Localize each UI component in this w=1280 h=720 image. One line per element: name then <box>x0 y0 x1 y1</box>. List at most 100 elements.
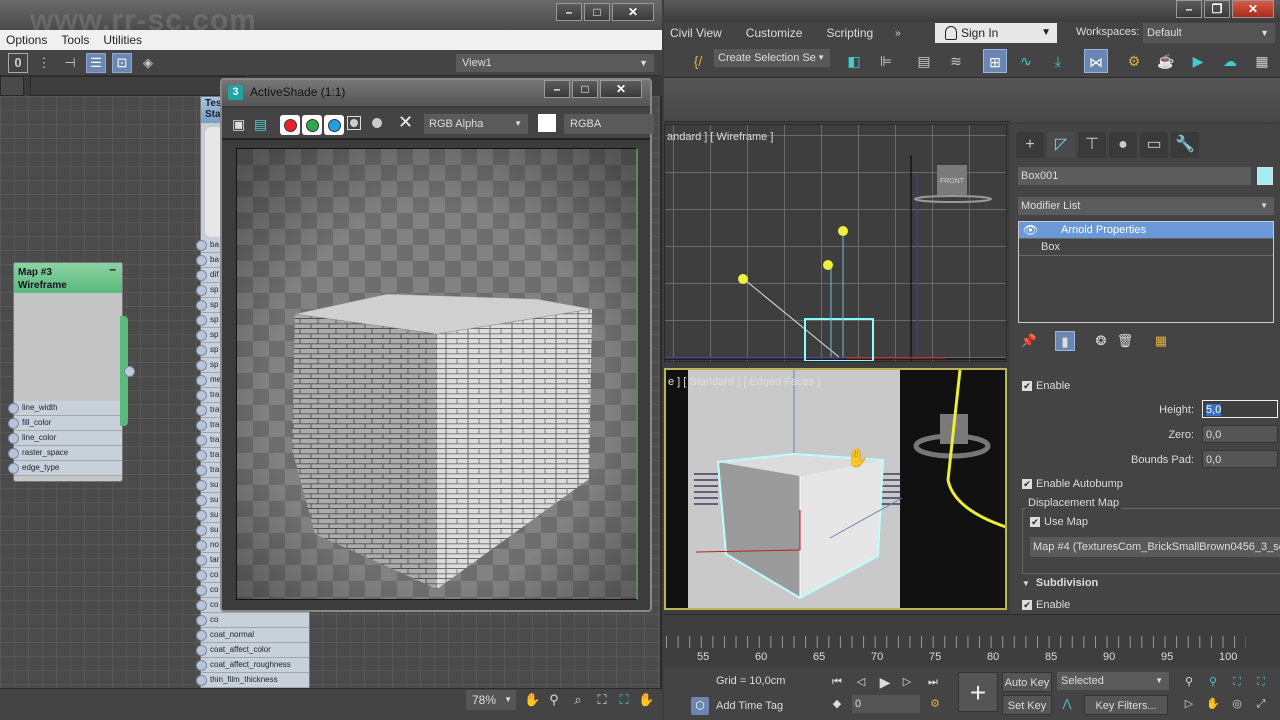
input-socket[interactable] <box>196 300 207 311</box>
port-fill-color[interactable]: fill_color <box>8 416 122 431</box>
collapse-icon[interactable]: – <box>109 263 116 276</box>
hierarchy-tab-icon[interactable]: ⊤ <box>1078 132 1106 158</box>
port-row[interactable]: thin_film_thickness <box>196 673 309 688</box>
key-selection-dropdown[interactable]: Selected ▼ <box>1057 672 1169 690</box>
port-row[interactable]: co <box>196 613 309 628</box>
input-socket[interactable] <box>196 495 207 506</box>
save-icon[interactable]: ▣ <box>232 116 245 133</box>
slate-title-bar[interactable]: www.rr-sc.com – □ ✕ <box>0 0 662 37</box>
minimize-button[interactable]: – <box>1176 0 1202 18</box>
current-frame-spinner[interactable]: 0 <box>852 695 920 713</box>
viewport-label[interactable]: e ] [ Standard ] [ Edged Faces ] <box>668 376 820 388</box>
menu-utilities[interactable]: Utilities <box>103 33 142 47</box>
maximize-button[interactable]: □ <box>572 80 598 98</box>
subdivision-enable-checkbox[interactable]: ✔ Enable <box>1022 599 1070 611</box>
close-button[interactable]: ✕ <box>1232 0 1274 18</box>
input-socket[interactable] <box>196 405 207 416</box>
port-raster-space[interactable]: raster_space <box>8 446 122 461</box>
select-tool-icon[interactable]: 0 <box>8 52 28 73</box>
input-socket[interactable] <box>196 585 207 596</box>
activeshade-title-bar[interactable]: 3 ActiveShade (1:1) – □ ✕ <box>222 80 650 106</box>
go-to-end-icon[interactable]: ⏭ <box>924 673 942 691</box>
red-channel-toggle[interactable] <box>280 115 300 135</box>
port-row[interactable]: coat_normal <box>196 628 309 643</box>
stack-item-box[interactable]: Box <box>1019 239 1273 256</box>
subdivision-rollout-header[interactable]: ▼ Subdivision <box>1022 577 1098 589</box>
layout-children-icon[interactable]: ⊣ <box>60 53 80 73</box>
pan-mode-icon[interactable]: ✋ <box>638 692 654 708</box>
input-socket[interactable] <box>8 418 19 429</box>
input-socket[interactable] <box>196 240 207 251</box>
create-selection-set-dropdown[interactable]: Create Selection Se ▼ <box>714 49 830 67</box>
render-setup-icon[interactable]: ⚙ <box>1122 49 1146 73</box>
enable-autobump-checkbox[interactable]: ✔ Enable Autobump <box>1022 478 1123 490</box>
input-socket[interactable] <box>196 450 207 461</box>
show-end-result-icon[interactable]: ▮ <box>1055 331 1075 351</box>
input-socket[interactable] <box>8 448 19 459</box>
zero-field[interactable]: 0,0 <box>1202 425 1278 443</box>
menu-customize[interactable]: Customize <box>734 26 815 40</box>
input-socket[interactable] <box>196 555 207 566</box>
material-browser-tab[interactable] <box>0 76 24 96</box>
previous-frame-icon[interactable]: ◁ <box>852 673 870 691</box>
zoom-icon[interactable]: ⚲ <box>1180 673 1198 691</box>
port-row[interactable]: coat_affect_roughness <box>196 658 309 673</box>
node-map3-wireframe[interactable]: Map #3 Wireframe – line_width fill_color… <box>8 262 123 482</box>
remove-modifier-icon[interactable]: 🗑 <box>1116 331 1134 351</box>
input-socket[interactable] <box>196 375 207 386</box>
set-key-button[interactable]: Set Key <box>1002 695 1052 715</box>
configure-modifier-sets-icon[interactable]: ▦ <box>1152 331 1170 351</box>
command-panel-toggle-icon[interactable]: ⊞ <box>983 49 1007 73</box>
use-map-checkbox[interactable]: ✔ Use Map <box>1030 516 1088 528</box>
port-edge-type[interactable]: edge_type <box>8 461 122 476</box>
input-socket[interactable] <box>196 645 207 656</box>
modifier-list-dropdown[interactable]: Modifier List ▼ <box>1018 197 1274 215</box>
field-of-view-icon[interactable]: ▷ <box>1180 695 1198 713</box>
input-socket[interactable] <box>196 630 207 641</box>
maximize-button[interactable]: □ <box>584 3 610 21</box>
input-socket[interactable] <box>196 600 207 611</box>
stack-item-arnold-properties[interactable]: 👁 Arnold Properties <box>1019 222 1273 239</box>
viewport-front[interactable]: andard ] [ Wireframe ] FRONT <box>664 124 1007 362</box>
displacement-map-button[interactable]: Map #4 (TexturesCom_BrickSmallBrown0456_… <box>1030 537 1280 557</box>
height-field[interactable]: 5,0 <box>1202 400 1278 418</box>
enable-checkbox[interactable]: ✔ Enable <box>1022 380 1070 392</box>
input-socket[interactable] <box>196 660 207 671</box>
time-tag-icon[interactable]: ⬡ <box>691 697 709 715</box>
rendered-frame-window-icon[interactable]: ☕ <box>1154 49 1178 73</box>
menu-overflow-icon[interactable]: » <box>885 28 913 39</box>
input-socket[interactable] <box>196 675 207 686</box>
input-socket[interactable] <box>196 465 207 476</box>
edit-named-selection-icon[interactable]: {/ <box>686 49 710 73</box>
go-to-start-icon[interactable]: ⏮ <box>828 673 846 691</box>
menu-scripting[interactable]: Scripting <box>814 26 885 40</box>
dope-sheet-icon[interactable]: ⤓ <box>1046 49 1070 73</box>
input-socket[interactable] <box>196 315 207 326</box>
port-line-width[interactable]: line_width <box>8 401 122 416</box>
layer-explorer-icon[interactable]: ≋ <box>944 49 968 73</box>
main-title-bar[interactable]: – ❐ ✕ <box>664 0 1280 22</box>
object-color-swatch[interactable] <box>1257 167 1273 185</box>
schematic-view-icon[interactable]: ⋈ <box>1084 49 1108 73</box>
display-mode-field[interactable]: RGBA <box>564 114 654 134</box>
input-socket[interactable] <box>196 390 207 401</box>
restore-button[interactable]: ❐ <box>1204 0 1230 18</box>
green-channel-toggle[interactable] <box>302 115 322 135</box>
make-unique-icon[interactable]: ❂ <box>1092 331 1110 351</box>
input-socket[interactable] <box>196 540 207 551</box>
auto-key-button[interactable]: Auto Key <box>1002 672 1052 692</box>
set-keys-button[interactable]: + <box>958 672 998 712</box>
zoom-extents-icon[interactable]: ⛶ <box>1228 673 1246 691</box>
default-in-out-tangents-icon[interactable]: ⋀ <box>1058 695 1076 713</box>
material-map-browser-icon[interactable]: ⊡ <box>112 52 132 73</box>
menu-civil-view[interactable]: Civil View <box>664 26 734 40</box>
mirror-icon[interactable]: ◧ <box>842 49 866 73</box>
show-background-icon[interactable]: ◈ <box>138 53 158 73</box>
play-icon[interactable]: ▶ <box>876 673 894 691</box>
modify-tab-icon[interactable]: ◸ <box>1047 132 1075 158</box>
close-button[interactable]: ✕ <box>600 80 642 98</box>
view-selector-dropdown[interactable]: View1 ▼ <box>456 54 654 72</box>
menu-tools[interactable]: Tools <box>61 33 89 47</box>
curve-editor-icon[interactable]: ∿ <box>1014 49 1038 73</box>
input-socket[interactable] <box>196 615 207 626</box>
